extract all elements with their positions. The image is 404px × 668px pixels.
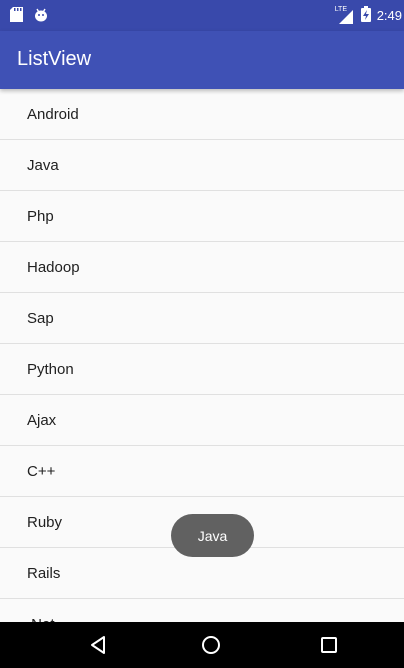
recents-button[interactable]	[299, 622, 359, 668]
status-bar: LTE 2:49	[0, 0, 404, 31]
lte-signal-icon: LTE	[334, 5, 355, 24]
back-icon	[91, 636, 105, 654]
app-title: ListView	[17, 48, 92, 70]
list-item[interactable]: .Net	[0, 599, 404, 623]
back-button[interactable]	[68, 622, 128, 668]
sd-card-icon	[10, 7, 23, 27]
list-item[interactable]: Sap	[0, 293, 404, 344]
navigation-bar	[0, 622, 404, 668]
home-icon	[202, 636, 220, 654]
toast-message: Java	[171, 514, 254, 557]
battery-charging-icon	[360, 6, 371, 25]
android-debug-icon	[34, 8, 48, 27]
screen: LTE 2:49 ListView Android Java Php Hadoop Sa…	[0, 0, 404, 668]
recents-icon	[321, 637, 337, 653]
list-item[interactable]: Java	[0, 140, 404, 191]
list-item[interactable]: Android	[0, 89, 404, 140]
home-button[interactable]	[181, 622, 241, 668]
list-item[interactable]: Hadoop	[0, 242, 404, 293]
list-item[interactable]: Php	[0, 191, 404, 242]
list-item[interactable]: Ajax	[0, 395, 404, 446]
list-item[interactable]: Python	[0, 344, 404, 395]
status-clock: 2:49	[376, 8, 402, 23]
list-item[interactable]: C++	[0, 446, 404, 497]
status-left-icons	[10, 7, 48, 27]
lte-label: LTE	[334, 5, 348, 13]
status-right-icons: LTE 2:49	[335, 6, 402, 25]
app-bar: ListView	[0, 31, 404, 89]
